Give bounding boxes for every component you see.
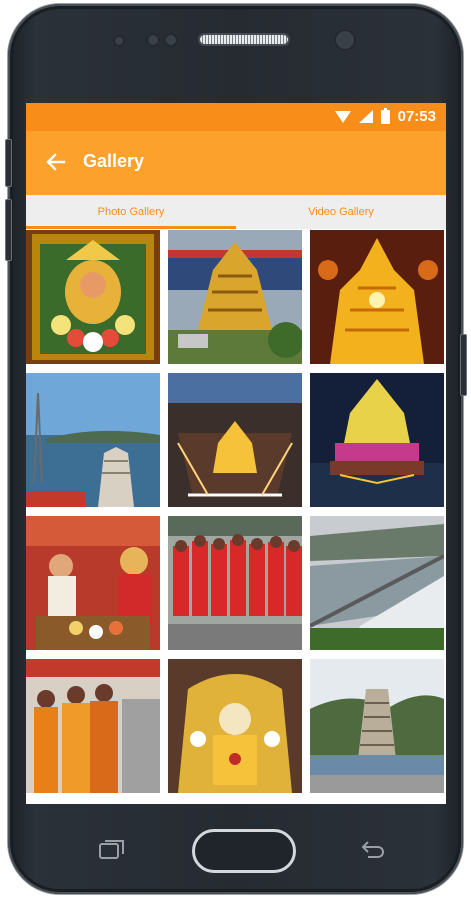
gallery-photo-temple-boat-night[interactable] bbox=[310, 373, 444, 507]
gallery-photo-illuminated-temple[interactable] bbox=[310, 230, 444, 364]
gallery-photo-temple-night-aerial[interactable] bbox=[168, 373, 302, 507]
gallery-photo-river-temple[interactable] bbox=[26, 373, 160, 507]
volume-down-button bbox=[5, 199, 12, 261]
page-title: Gallery bbox=[83, 151, 145, 171]
gallery-photo-procession[interactable] bbox=[168, 516, 302, 650]
tab-photo-gallery[interactable]: Photo Gallery bbox=[26, 195, 236, 229]
home-button[interactable] bbox=[192, 829, 296, 873]
volume-up-button bbox=[5, 139, 12, 187]
sensor-icon bbox=[164, 33, 178, 47]
front-camera-icon bbox=[334, 29, 356, 51]
tab-indicator bbox=[26, 226, 236, 229]
battery-icon bbox=[380, 107, 390, 124]
photo-grid bbox=[26, 230, 446, 793]
app-screen: 07:53 Gallery Photo Gallery Video Galler… bbox=[26, 103, 446, 804]
gallery-photo-decorated-idol[interactable] bbox=[168, 659, 302, 793]
gallery-photo-river-barrage[interactable] bbox=[310, 516, 444, 650]
app-bar: Gallery bbox=[26, 131, 446, 195]
tab-bar: Photo Gallery Video Gallery bbox=[26, 195, 446, 229]
arrow-left-icon[interactable] bbox=[44, 150, 68, 174]
status-time: 07:53 bbox=[397, 108, 436, 125]
wifi-icon bbox=[334, 110, 351, 123]
tab-video-gallery[interactable]: Video Gallery bbox=[236, 195, 446, 229]
gallery-photo-women-devotees[interactable] bbox=[26, 659, 160, 793]
back-key-icon[interactable] bbox=[358, 839, 386, 866]
signal-icon bbox=[358, 110, 373, 123]
power-button bbox=[460, 334, 467, 396]
gallery-photo-deity[interactable] bbox=[26, 230, 160, 364]
sensor-icon bbox=[113, 35, 125, 47]
status-bar: 07:53 bbox=[26, 103, 446, 131]
recent-apps-icon[interactable] bbox=[98, 839, 126, 866]
gallery-photo-temple-gopuram[interactable] bbox=[310, 659, 444, 793]
earpiece-speaker bbox=[200, 35, 288, 44]
gallery-photo-ritual-offering[interactable] bbox=[26, 516, 160, 650]
gallery-photo-temple-tower[interactable] bbox=[168, 230, 302, 364]
sensor-icon bbox=[146, 33, 160, 47]
